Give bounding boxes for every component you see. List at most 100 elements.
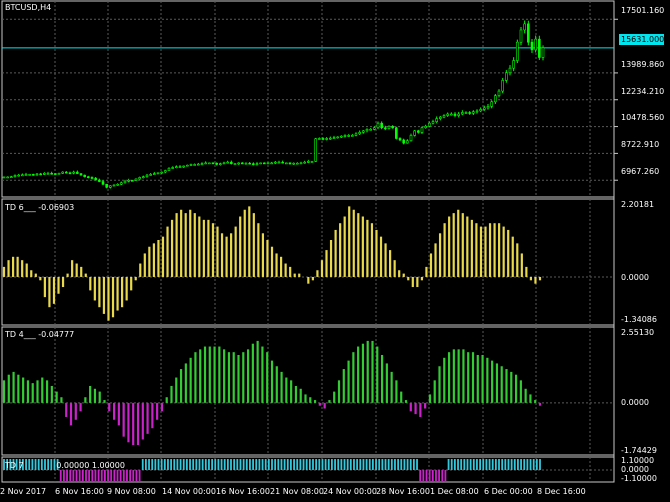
candle-body: [281, 161, 284, 164]
candle-body: [541, 47, 545, 58]
candle-body: [182, 165, 185, 168]
candle-body: [116, 184, 119, 186]
time-axis-label: 1 Dec 08:00: [430, 487, 479, 496]
candle-body: [483, 107, 486, 110]
candle-body: [512, 60, 515, 69]
candle-body: [336, 136, 339, 139]
candle-body: [50, 173, 53, 175]
candle-body: [76, 171, 79, 174]
candle-body: [13, 175, 17, 177]
candle-body: [219, 163, 222, 165]
candle-body: [145, 174, 149, 177]
candle-body: [24, 174, 28, 176]
time-axis-label: 16 Nov 16:00: [216, 487, 270, 496]
candle-body: [321, 138, 325, 140]
candle-body: [57, 173, 61, 175]
candle-body: [263, 162, 266, 165]
td4-axis-zero: 0.0000: [621, 398, 649, 407]
candle-body: [127, 180, 130, 182]
candle-body: [303, 161, 306, 164]
candle-body: [90, 177, 94, 179]
td4-label: TD 4___ -0.04777: [5, 330, 75, 339]
candle-body: [439, 116, 442, 119]
candle-body: [68, 172, 72, 175]
candle-body: [211, 162, 215, 165]
candle-body: [413, 130, 416, 136]
time-axis-label: 6 Dec 00:00: [484, 487, 533, 496]
candle-body: [523, 23, 526, 31]
candle-body: [457, 113, 460, 116]
candle-body: [486, 106, 490, 109]
candle-body: [347, 135, 350, 137]
candle-body: [186, 164, 189, 167]
current-price-tag: 15631.000: [619, 34, 665, 45]
candle-body: [105, 184, 108, 188]
candle-body: [516, 41, 519, 61]
candle-body: [475, 110, 479, 113]
candle-body: [208, 162, 211, 165]
candle-body: [197, 163, 200, 166]
candle-body: [134, 178, 138, 181]
candle-body: [120, 182, 123, 185]
candle-body: [417, 130, 420, 133]
candle-body: [21, 174, 24, 177]
candle-body: [277, 161, 281, 164]
candle-body: [160, 171, 163, 174]
candle-body: [215, 162, 218, 165]
candle-body: [244, 162, 248, 165]
candle-body: [65, 171, 68, 174]
candle-body: [299, 162, 303, 165]
time-axis-label: 6 Nov 16:00: [55, 487, 104, 496]
candle-body: [442, 115, 446, 118]
candle-body: [270, 162, 273, 165]
time-axis-label: 14 Nov 00:00: [162, 487, 216, 496]
candle-body: [142, 176, 145, 178]
chart-canvas[interactable]: [0, 0, 670, 502]
td6-label: TD 6___ -0.06903: [5, 203, 75, 212]
td4-axis-min: -1.74429: [621, 446, 657, 455]
candle-body: [310, 161, 314, 163]
price-axis-label: 6967.260: [621, 167, 660, 176]
candle-body: [252, 163, 255, 165]
candle-body: [112, 184, 116, 187]
candle-body: [369, 128, 372, 131]
candle-body: [420, 127, 424, 133]
candle-body: [28, 174, 31, 176]
candle-body: [376, 122, 380, 129]
price-axis-label: 13989.860: [621, 60, 665, 69]
candle-body: [10, 176, 13, 178]
candle-body: [193, 164, 196, 166]
candle-body: [387, 125, 391, 129]
candle-body: [189, 164, 193, 166]
candle-body: [292, 162, 295, 165]
candle-body: [87, 176, 90, 178]
candle-body: [479, 109, 482, 112]
candle-body: [398, 138, 402, 141]
candle-body: [178, 166, 182, 169]
candle-body: [428, 122, 431, 127]
candle-body: [494, 95, 497, 103]
candle-body: [6, 176, 9, 179]
candle-body: [453, 113, 457, 116]
candle-body: [497, 90, 501, 96]
candle-body: [32, 174, 35, 176]
candle-body: [39, 173, 42, 176]
candle-body: [373, 127, 376, 130]
candle-body: [505, 72, 508, 81]
candle-body: [340, 135, 343, 138]
candle-body: [72, 171, 75, 174]
candle-body: [94, 177, 97, 181]
td6-axis-max: 2.20181: [621, 200, 655, 209]
candle-body: [226, 161, 229, 164]
candle-body: [138, 177, 141, 180]
candle-body: [384, 127, 387, 130]
candle-body: [35, 173, 39, 176]
price-axis-label: 17501.160: [621, 6, 665, 15]
candle-body: [450, 113, 453, 116]
candle-body: [288, 162, 292, 165]
candle-body: [468, 112, 471, 114]
candle-body: [307, 161, 310, 163]
candle-body: [424, 125, 427, 129]
candle-body: [274, 161, 277, 164]
candle-body: [530, 41, 534, 51]
